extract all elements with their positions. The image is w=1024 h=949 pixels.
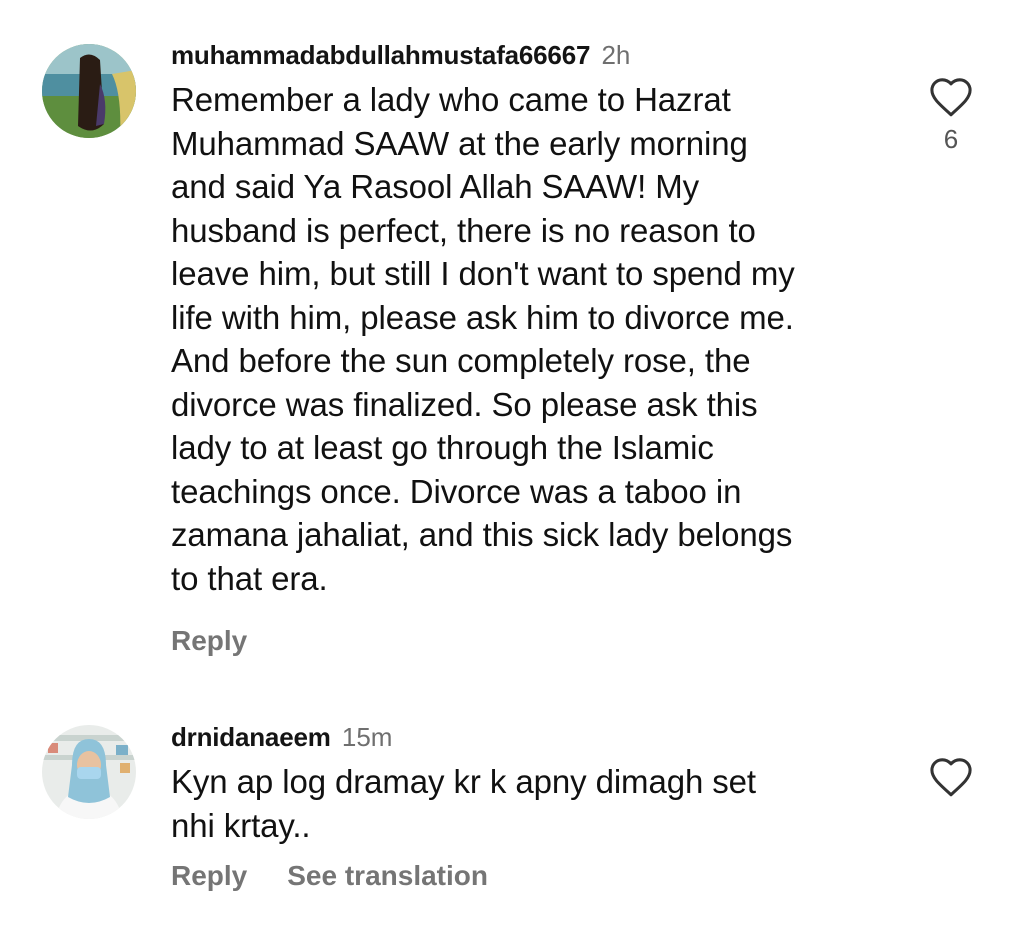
comment-header: drnidanaeem 15m — [171, 722, 891, 752]
timestamp: 2h — [601, 40, 631, 70]
timestamp: 15m — [341, 722, 393, 752]
comment-text: Remember a lady who came to Hazrat Muham… — [171, 81, 795, 597]
avatar-photo — [42, 44, 136, 138]
avatar-photo — [42, 725, 136, 819]
heart-outline-icon[interactable] — [928, 76, 974, 118]
comment-actions: Reply See translation — [171, 859, 891, 893]
username[interactable]: drnidanaeem — [171, 722, 331, 752]
username[interactable]: muhammadabdullahmustafa66667 — [171, 40, 590, 70]
comment-text: Kyn ap log dramay kr k apny dimagh set n… — [171, 763, 756, 844]
like-count: 6 — [943, 124, 959, 154]
like-control: 6 — [928, 76, 974, 154]
like-control — [928, 756, 974, 798]
avatar[interactable] — [42, 725, 136, 819]
comment-header: muhammadabdullahmustafa66667 2h — [171, 40, 891, 70]
avatar[interactable] — [42, 44, 136, 138]
reply-button[interactable]: Reply — [171, 625, 247, 656]
comment-actions: Reply — [171, 624, 891, 658]
heart-outline-icon[interactable] — [928, 756, 974, 798]
reply-button[interactable]: Reply — [171, 860, 247, 891]
see-translation-button[interactable]: See translation — [287, 860, 488, 891]
